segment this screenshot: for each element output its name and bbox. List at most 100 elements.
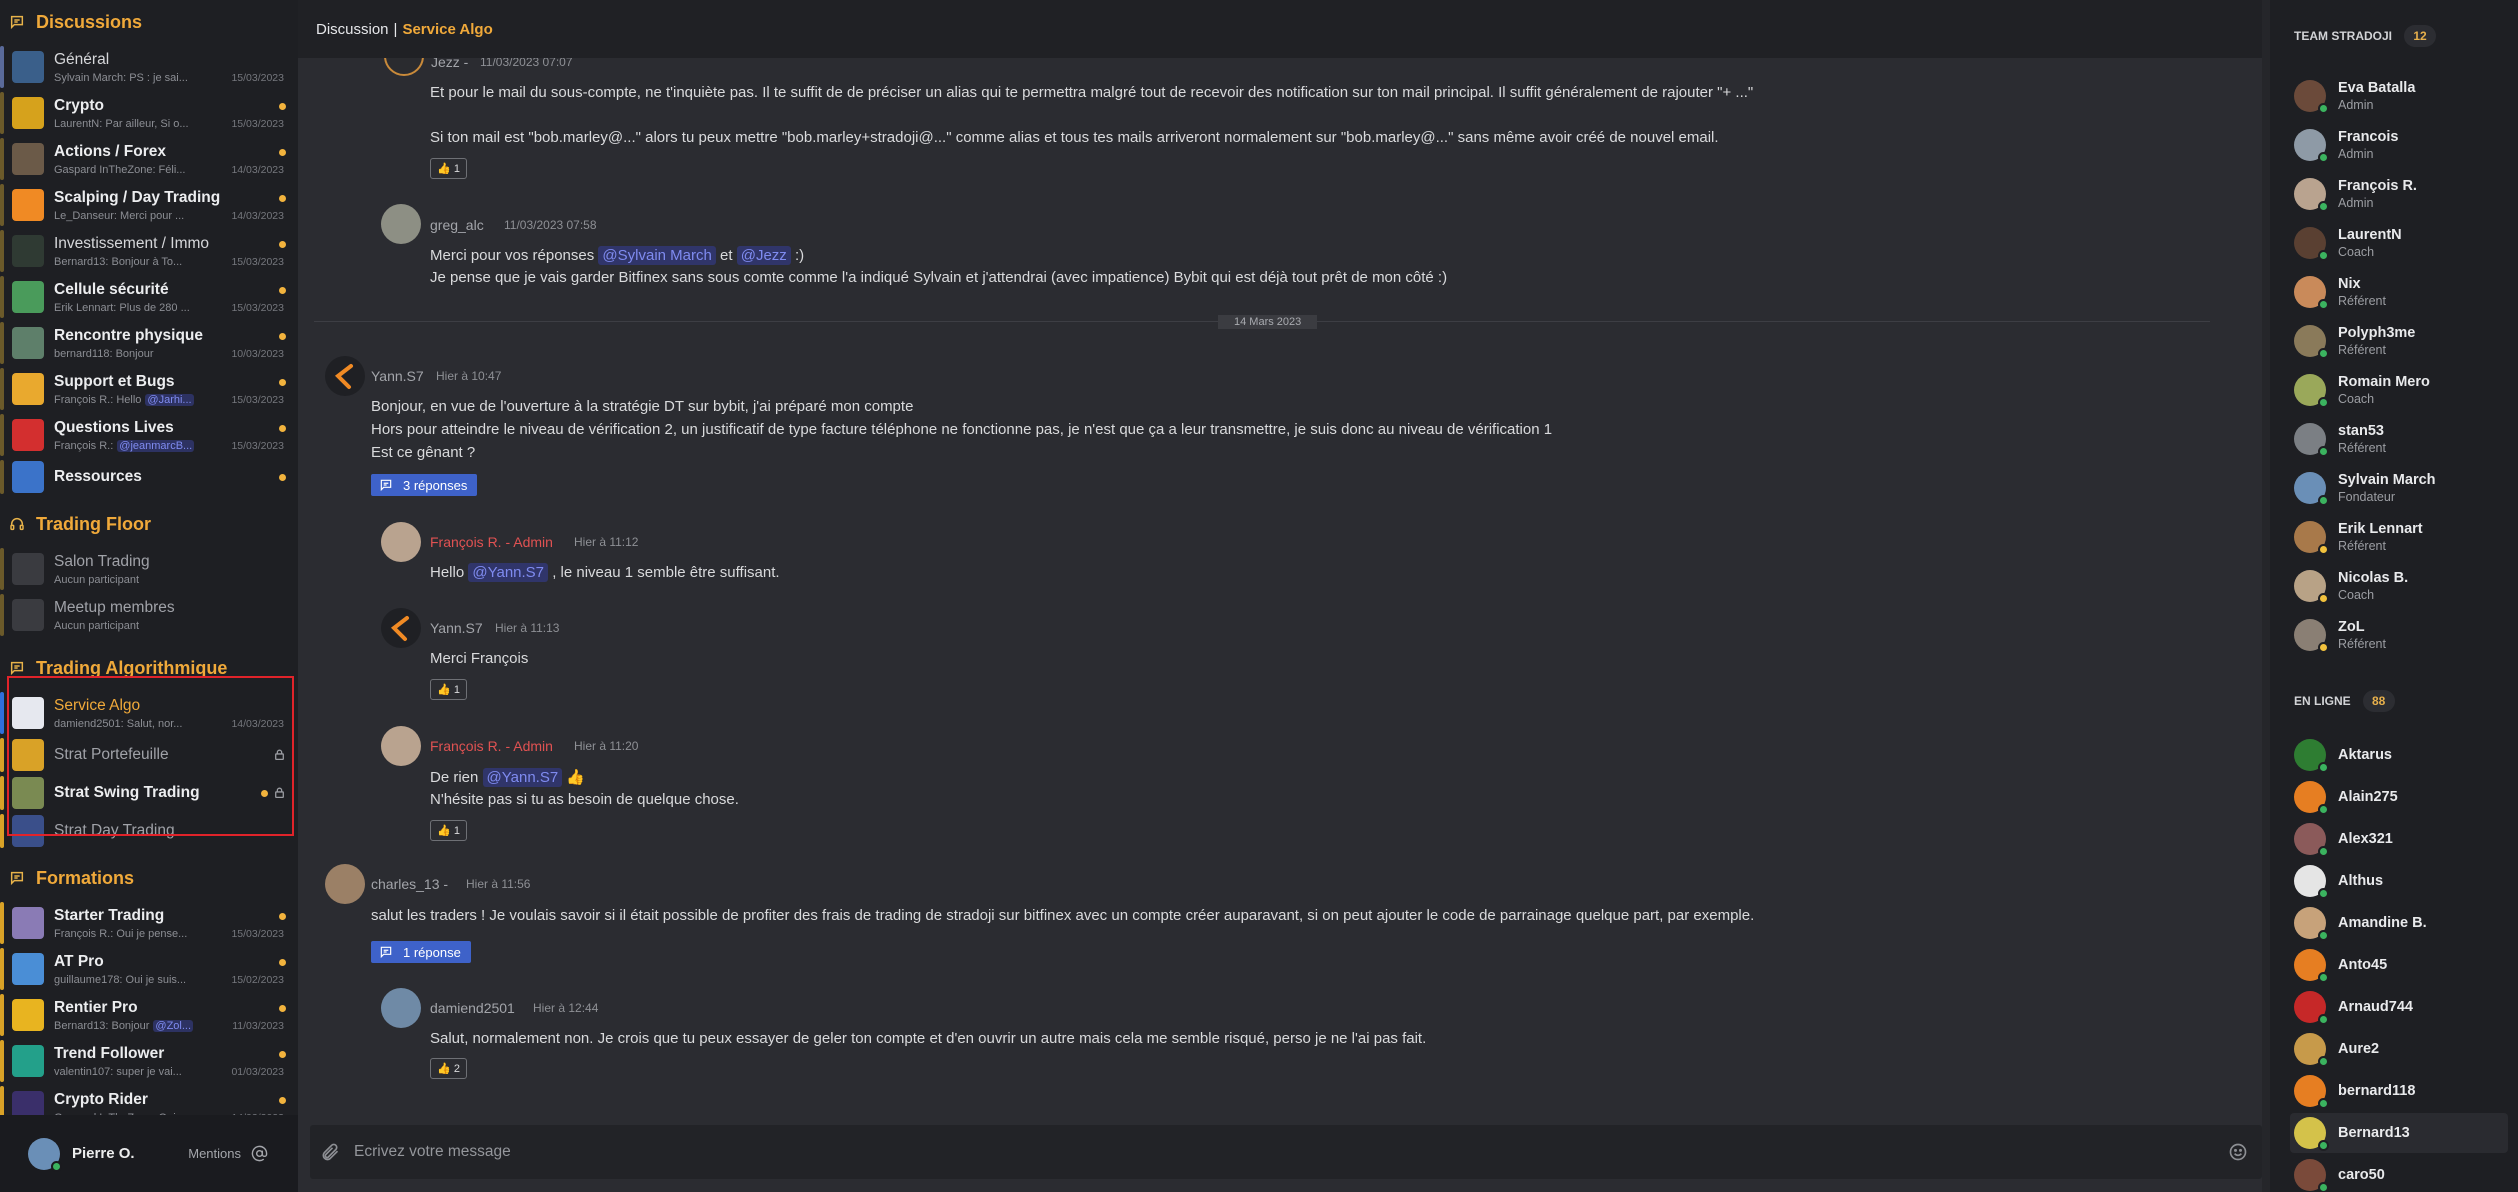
status-dot — [2318, 1014, 2329, 1025]
channel-name: Salon Trading — [54, 552, 150, 570]
channel-item[interactable]: Rencontre physique bernard118: Bonjour 10/… — [0, 320, 298, 366]
channel-item[interactable]: Ressources — [0, 458, 298, 496]
message-author[interactable]: François R. - Admin — [430, 534, 553, 550]
channel-item[interactable]: Rentier Pro Bernard13: Bonjour @Zol... 11/0… — [0, 992, 298, 1038]
section-header-1[interactable]: Trading Floor — [0, 502, 298, 546]
breadcrumb-discussion[interactable]: Discussion — [316, 21, 389, 38]
message-author[interactable]: greg_alc — [430, 217, 484, 233]
day-label: 14 Mars 2023 — [1218, 315, 1318, 329]
online-member[interactable]: Anto45 — [2294, 945, 2504, 985]
members-sidebar: TEAM STRADOJI 12 Eva Batalla Admin Francoi… — [2270, 0, 2518, 1192]
reaction-thumbs-up[interactable]: 👍 1 — [430, 820, 467, 841]
team-member[interactable]: Nicolas B. Coach — [2294, 564, 2504, 608]
message-composer[interactable]: Ecrivez votre message — [310, 1125, 2262, 1179]
reaction-thumbs-up[interactable]: 👍 2 — [430, 1058, 467, 1079]
user-mention[interactable]: @Jezz — [736, 246, 791, 265]
channel-item[interactable]: Trend Follower valentin107: super je vai.… — [0, 1038, 298, 1084]
channel-preview: Erik Lennart: Plus de 280 ... — [54, 302, 196, 314]
team-member[interactable]: Polyph3me Référent — [2294, 319, 2504, 363]
team-member[interactable]: stan53 Référent — [2294, 417, 2504, 461]
thread-replies-button[interactable]: 1 réponse — [371, 941, 471, 963]
online-member[interactable]: Arnaud744 — [2294, 987, 2504, 1027]
avatar[interactable] — [384, 58, 424, 76]
avatar[interactable] — [381, 522, 421, 562]
user-mention[interactable]: @Yann.S7 — [482, 768, 563, 787]
user-mention[interactable]: @Sylvain March — [598, 246, 716, 265]
user-mention[interactable]: @Yann.S7 — [468, 563, 549, 582]
avatar[interactable] — [381, 608, 421, 648]
logo-icon — [390, 616, 409, 641]
reaction-thumbs-up[interactable]: 👍 1 — [430, 679, 467, 700]
user-name[interactable]: Pierre O. — [72, 1145, 135, 1162]
channel-date: 10/03/2023 — [231, 348, 284, 360]
user-footer: Pierre O. Mentions — [0, 1115, 298, 1192]
avatar[interactable] — [325, 864, 365, 904]
member-name: Sylvain March — [2338, 472, 2436, 488]
member-avatar — [2294, 423, 2329, 457]
online-member[interactable]: Aure2 — [2294, 1029, 2504, 1069]
channel-item[interactable]: Actions / Forex Gaspard InTheZone: Féli..… — [0, 136, 298, 182]
section-header-3[interactable]: Formations — [0, 856, 298, 900]
member-name: ZoL — [2338, 619, 2365, 635]
channel-item[interactable]: Support et Bugs François R.: Hello @Jarhi.… — [0, 366, 298, 412]
channel-item[interactable]: Général Sylvain March: PS : je sai... 15/0… — [0, 44, 298, 90]
channel-thumbnail-icon — [12, 143, 44, 175]
channel-preview: bernard118: Bonjour — [54, 348, 196, 360]
preview-text: Bernard13: Bonjour — [54, 1019, 150, 1032]
channel-item[interactable]: AT Pro guillaume178: Oui je suis... 15/02/… — [0, 946, 298, 992]
message-author[interactable]: damiend2501 — [430, 1000, 515, 1016]
channel-item[interactable]: Scalping / Day Trading Le_Danseur: Merci … — [0, 182, 298, 228]
online-member[interactable]: Alain275 — [2294, 777, 2504, 817]
online-status-dot — [51, 1160, 62, 1172]
members-scrollbar[interactable] — [2262, 0, 2270, 1192]
online-member[interactable]: bernard118 — [2294, 1071, 2504, 1111]
paperclip-icon[interactable] — [320, 1142, 340, 1162]
channel-item[interactable]: Cellule sécurité Erik Lennart: Plus de 28… — [0, 274, 298, 320]
unread-dot — [279, 379, 286, 386]
message-author[interactable]: charles_13 - — [371, 876, 448, 892]
team-member[interactable]: Nix Référent — [2294, 270, 2504, 314]
online-member[interactable]: Aktarus — [2294, 735, 2504, 775]
unread-dot — [279, 149, 286, 156]
avatar[interactable] — [381, 204, 421, 244]
channel-item[interactable]: Meetup membres Aucun participant — [0, 592, 298, 638]
online-member[interactable]: Bernard13 — [2290, 1113, 2508, 1153]
online-member[interactable]: Alex321 — [2294, 819, 2504, 859]
channel-name: Questions Lives — [54, 418, 174, 436]
user-avatar[interactable] — [28, 1137, 62, 1172]
message-author[interactable]: Yann.S7 — [371, 368, 424, 384]
message-author[interactable]: Yann.S7 — [430, 620, 483, 636]
channel-item[interactable]: Crypto LaurentN: Par ailleur, Si o... 15/0… — [0, 90, 298, 136]
channel-item[interactable]: Salon Trading Aucun participant — [0, 546, 298, 592]
team-member[interactable]: LaurentN Coach — [2294, 221, 2504, 265]
avatar[interactable] — [381, 726, 421, 766]
team-member[interactable]: Francois Admin — [2294, 123, 2504, 167]
channel-item[interactable]: Investissement / Immo Bernard13: Bonjour … — [0, 228, 298, 274]
team-member[interactable]: Romain Mero Coach — [2294, 368, 2504, 412]
message-author[interactable]: François R. - Admin — [430, 738, 553, 754]
team-member[interactable]: Sylvain March Fondateur — [2294, 466, 2504, 510]
avatar[interactable] — [325, 356, 365, 396]
online-member[interactable]: Amandine B. — [2294, 903, 2504, 943]
team-member[interactable]: ZoL Référent — [2294, 613, 2504, 657]
team-member[interactable]: Eva Batalla Admin — [2294, 74, 2504, 118]
message-list[interactable]: Jezz - 11/03/2023 07:07 Et pour le mail … — [298, 58, 2260, 1118]
reaction-thumbs-up[interactable]: 👍 1 — [430, 158, 467, 179]
message-author[interactable]: Jezz - — [431, 58, 468, 70]
team-member[interactable]: François R. Admin — [2294, 172, 2504, 216]
mentions-button[interactable]: Mentions — [188, 1145, 268, 1162]
team-member[interactable]: Erik Lennart Référent — [2294, 515, 2504, 559]
section-header-0[interactable]: Discussions — [0, 0, 298, 44]
message-input-placeholder[interactable]: Ecrivez votre message — [354, 1143, 511, 1161]
channel-item[interactable]: Starter Trading François R.: Oui je pense… — [0, 900, 298, 946]
member-avatar — [2294, 472, 2329, 506]
message-time: Hier à 11:56 — [466, 877, 531, 891]
member-name: Aure2 — [2338, 1041, 2380, 1057]
online-member[interactable]: caro50 — [2294, 1155, 2504, 1192]
emoji-icon[interactable] — [2228, 1142, 2248, 1162]
thread-replies-label: 1 réponse — [403, 944, 461, 960]
thread-replies-button[interactable]: 3 réponses — [371, 474, 478, 496]
online-member[interactable]: Althus — [2294, 861, 2504, 901]
avatar[interactable] — [381, 988, 421, 1028]
channel-item[interactable]: Questions Lives François R.: @jeanmarcB...… — [0, 412, 298, 458]
